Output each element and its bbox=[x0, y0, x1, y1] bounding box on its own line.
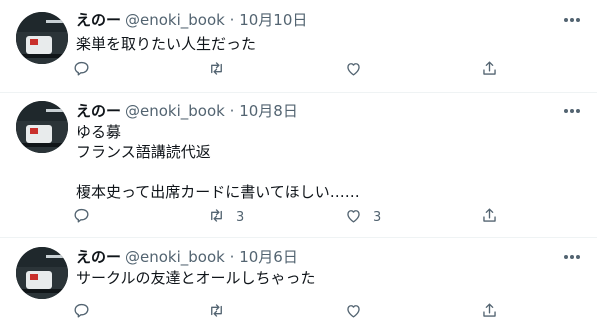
user-handle[interactable]: @enoki_book bbox=[125, 102, 225, 120]
reply-icon bbox=[72, 301, 91, 324]
like-icon bbox=[344, 301, 363, 324]
more-icon[interactable] bbox=[561, 101, 583, 121]
tweet-text: 楽単を取りたい人生だった bbox=[76, 35, 257, 53]
separator-dot: · bbox=[229, 248, 235, 266]
reply-button[interactable] bbox=[72, 300, 101, 324]
retweet-icon bbox=[207, 301, 226, 324]
like-button[interactable]: 3 bbox=[344, 205, 381, 229]
reply-icon bbox=[72, 59, 91, 82]
reply-button[interactable] bbox=[72, 58, 101, 82]
more-icon[interactable] bbox=[561, 10, 583, 30]
tweet-text: ゆる募 フランス語講読代返 榎本史って出席カードに書いてほしい…… bbox=[76, 123, 360, 201]
avatar[interactable] bbox=[16, 247, 68, 299]
tweet-text: サークルの友達とオールしちゃった bbox=[76, 269, 316, 287]
like-button[interactable] bbox=[344, 300, 373, 324]
share-button[interactable] bbox=[480, 58, 499, 82]
retweet-button[interactable] bbox=[207, 300, 236, 324]
like-icon bbox=[344, 59, 363, 82]
retweet-count: 3 bbox=[236, 209, 245, 225]
share-button[interactable] bbox=[480, 205, 499, 229]
display-name[interactable]: えのー bbox=[76, 248, 121, 266]
user-handle[interactable]: @enoki_book bbox=[125, 248, 225, 266]
tweet[interactable]: えのー @enoki_book · 10月6日 サークルの友達とオールしちゃった bbox=[0, 238, 597, 324]
like-button[interactable] bbox=[344, 58, 373, 82]
tweet-date[interactable]: 10月8日 bbox=[239, 102, 298, 120]
tweet-actions bbox=[66, 300, 516, 324]
separator-dot: · bbox=[229, 11, 235, 29]
retweet-icon bbox=[207, 206, 226, 229]
separator-dot: · bbox=[229, 102, 235, 120]
tweet-date[interactable]: 10月10日 bbox=[239, 11, 307, 29]
tweet-actions bbox=[66, 58, 516, 82]
tweet-actions: 3 3 bbox=[66, 205, 516, 229]
retweet-button[interactable]: 3 bbox=[207, 205, 244, 229]
retweet-button[interactable] bbox=[207, 58, 236, 82]
avatar[interactable] bbox=[16, 12, 68, 64]
display-name[interactable]: えのー bbox=[76, 11, 121, 29]
share-button[interactable] bbox=[480, 300, 499, 324]
avatar[interactable] bbox=[16, 101, 68, 153]
tweet-date[interactable]: 10月6日 bbox=[239, 248, 298, 266]
share-icon bbox=[480, 59, 499, 82]
display-name[interactable]: えのー bbox=[76, 102, 121, 120]
like-icon bbox=[344, 206, 363, 229]
share-icon bbox=[480, 301, 499, 324]
more-icon[interactable] bbox=[561, 247, 583, 267]
tweet[interactable]: えのー @enoki_book · 10月10日 楽単を取りたい人生だった bbox=[0, 0, 597, 93]
user-handle[interactable]: @enoki_book bbox=[125, 11, 225, 29]
share-icon bbox=[480, 206, 499, 229]
reply-button[interactable] bbox=[72, 205, 101, 229]
tweet[interactable]: えのー @enoki_book · 10月8日 ゆる募 フランス語講読代返 榎本史… bbox=[0, 93, 597, 238]
reply-icon bbox=[72, 206, 91, 229]
like-count: 3 bbox=[373, 209, 382, 225]
retweet-icon bbox=[207, 59, 226, 82]
